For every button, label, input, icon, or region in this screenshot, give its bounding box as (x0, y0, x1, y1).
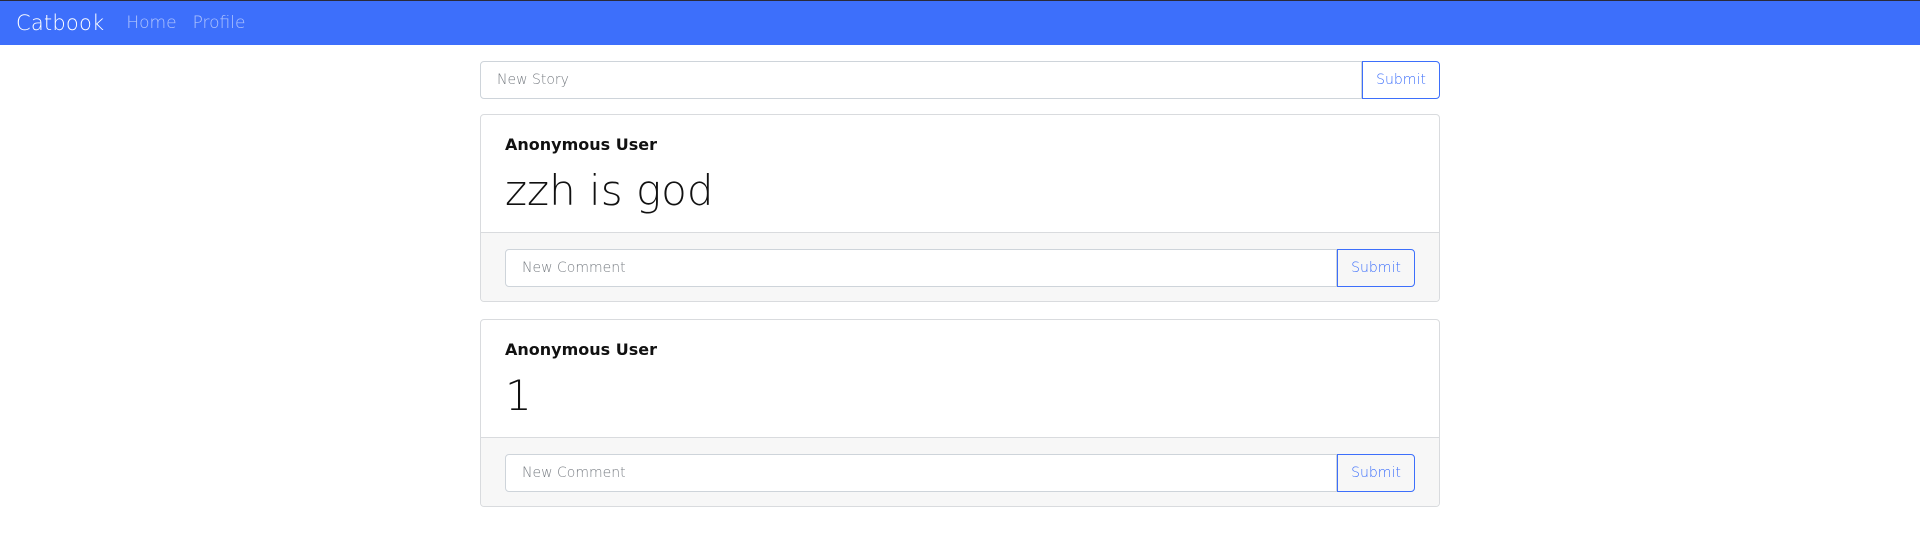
comment-form: Submit (481, 437, 1439, 506)
new-story-form: Submit (480, 61, 1440, 99)
brand-logo[interactable]: Catbook (16, 11, 104, 35)
navbar: Catbook Home Profile (0, 0, 1920, 45)
comment-submit-button[interactable]: Submit (1337, 454, 1415, 492)
nav-link-home[interactable]: Home (126, 13, 176, 33)
new-story-input[interactable] (480, 61, 1362, 99)
comment-input[interactable] (505, 249, 1337, 287)
comment-input[interactable] (505, 454, 1337, 492)
story-body: Anonymous User zzh is god (481, 115, 1439, 232)
comment-form: Submit (481, 232, 1439, 301)
nav-link-profile[interactable]: Profile (193, 13, 246, 33)
story-content: 1 (505, 371, 532, 420)
new-story-submit-button[interactable]: Submit (1362, 61, 1440, 99)
story-author[interactable]: Anonymous User (505, 338, 1415, 362)
story-body: Anonymous User 1 (481, 320, 1439, 437)
story-content: zzh is god (505, 166, 714, 215)
story-card: Anonymous User zzh is god Submit (480, 114, 1440, 302)
comment-submit-button[interactable]: Submit (1337, 249, 1415, 287)
story-card: Anonymous User 1 Submit (480, 319, 1440, 507)
story-author[interactable]: Anonymous User (505, 133, 1415, 157)
